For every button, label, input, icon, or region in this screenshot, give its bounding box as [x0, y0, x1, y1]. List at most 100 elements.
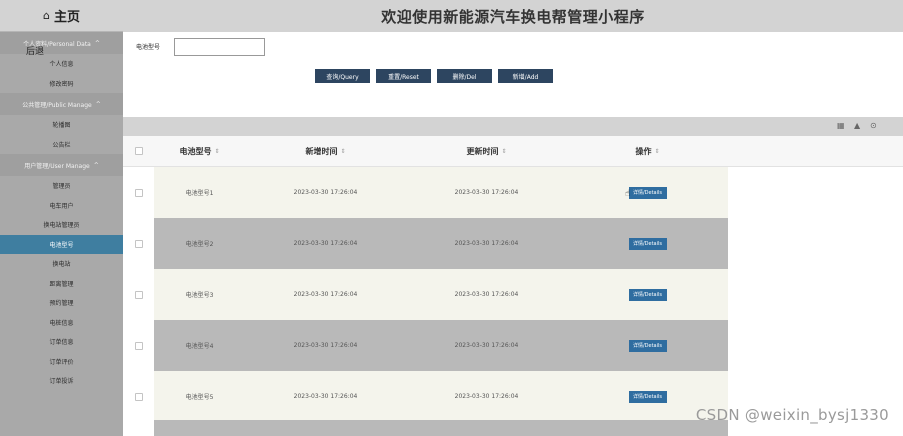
column-title: 电池型号: [179, 146, 212, 156]
cell-actions: 详情/Details: [567, 269, 728, 320]
sidebar-item-battery-type[interactable]: 电池型号: [0, 234, 123, 254]
sidebar-item-label: 距离管理: [49, 280, 74, 288]
row-checkbox-cell: [123, 167, 154, 218]
action-buttons: 查询/Query 重置/Reset 删除/Del 新增/Add: [315, 69, 559, 83]
sidebar-item-ev-user[interactable]: 电车用户: [0, 196, 123, 216]
table-row: 电池型号3 2023-03-30 17:26:04 2023-03-30 17:…: [123, 269, 903, 320]
row-checkbox[interactable]: [134, 188, 143, 197]
cell-added: 2023-03-30 17:26:04: [245, 320, 406, 371]
table-row: 电池型号1 2023-03-30 17:26:04 2023-03-30 17:…: [123, 167, 903, 218]
watermark: CSDN @weixin_bysj1330: [695, 406, 889, 424]
sidebar-item-label: 换电站管理员: [43, 222, 80, 230]
column-header-added[interactable]: 新增时间 ⇕: [245, 136, 406, 166]
reset-button[interactable]: 重置/Reset: [376, 69, 431, 83]
header-checkbox-cell: [123, 136, 154, 166]
sidebar: ⌂ 主页 个人资料/Personal Data ^ 后退 个人信息 修改密码 公…: [0, 0, 123, 436]
print-icon[interactable]: ▲: [854, 121, 860, 130]
query-button[interactable]: 查询/Query: [315, 69, 370, 83]
column-title: 新增时间: [305, 146, 338, 156]
cell-updated: 2023-03-30 17:26:04: [406, 320, 567, 371]
export-icon[interactable]: ⊙: [870, 121, 877, 130]
mouse-cursor-icon: ☝: [625, 189, 631, 199]
cell-added: 2023-03-30 17:26:04: [245, 269, 406, 320]
sidebar-item-label: 订单信息: [49, 339, 74, 347]
cell-actions: 详情/Details: [567, 218, 728, 269]
cell-updated: 2023-03-30 17:26:04: [406, 269, 567, 320]
cell-type: 电池型号3: [154, 269, 245, 320]
row-checkbox[interactable]: [134, 341, 143, 350]
details-button[interactable]: 详情/Details: [628, 339, 667, 352]
details-button[interactable]: 详情/Details: [628, 237, 667, 250]
column-title: 操作: [635, 146, 652, 156]
cell-type: 电池型号2: [154, 218, 245, 269]
sidebar-item-label: 订单评价: [49, 358, 74, 366]
data-table: 电池型号 ⇕ 新增时间 ⇕ 更新时间 ⇕ 操作 ⇕ 电池型号1 2023-03-30 1…: [123, 136, 903, 422]
sidebar-item-reservation[interactable]: 预约管理: [0, 293, 123, 313]
chevron-up-icon: ^: [95, 100, 101, 108]
delete-button[interactable]: 删除/Del: [437, 69, 492, 83]
details-button[interactable]: 详情/Details: [628, 186, 667, 199]
row-checkbox[interactable]: [134, 290, 143, 299]
search-input[interactable]: [174, 38, 265, 56]
table-row: 电池型号2 2023-03-30 17:26:04 2023-03-30 17:…: [123, 218, 903, 269]
sidebar-group-label: 用户管理/User Manage: [24, 162, 90, 170]
sidebar-item-admin[interactable]: 管理员: [0, 176, 123, 196]
cell-type: 电池型号4: [154, 320, 245, 371]
table-toolbar: ▦ ▲ ⊙: [123, 117, 903, 136]
sidebar-item-label: 管理员: [52, 183, 71, 191]
select-all-checkbox[interactable]: [134, 147, 143, 155]
sort-icon: ⇕: [654, 147, 660, 155]
details-button[interactable]: 详情/Details: [628, 390, 667, 403]
row-checkbox-cell: [123, 269, 154, 320]
cell-added: 2023-03-30 17:26:04: [245, 167, 406, 218]
table-row: 电池型号4 2023-03-30 17:26:04 2023-03-30 17:…: [123, 320, 903, 371]
sidebar-item-label: 电池型号: [49, 241, 74, 249]
cell-actions: 详情/Details: [567, 167, 728, 218]
sidebar-item-profile[interactable]: 个人信息: [0, 54, 123, 74]
row-checkbox[interactable]: [134, 392, 143, 401]
sidebar-group-personal[interactable]: 个人资料/Personal Data ^ 后退: [0, 32, 123, 57]
sidebar-item-station-admin[interactable]: 换电站管理员: [0, 215, 123, 235]
sidebar-home-label: 主页: [53, 10, 80, 25]
sidebar-group-user[interactable]: 用户管理/User Manage ^: [0, 154, 123, 176]
header: 欢迎使用新能源汽车换电帮管理小程序: [123, 0, 903, 32]
sidebar-item-label: 预约管理: [49, 300, 74, 308]
row-checkbox-cell: [123, 371, 154, 422]
column-header-updated[interactable]: 更新时间 ⇕: [406, 136, 567, 166]
sidebar-group-public[interactable]: 公共管理/Public Manage ^: [0, 93, 123, 115]
sidebar-item-distance[interactable]: 距离管理: [0, 274, 123, 294]
chevron-up-icon: ^: [93, 161, 99, 169]
back-link[interactable]: 后退: [26, 44, 44, 57]
sidebar-item-order-complaint[interactable]: 订单投诉: [0, 371, 123, 391]
sidebar-item-carousel[interactable]: 轮播图: [0, 115, 123, 135]
table-row-partial: [154, 420, 728, 436]
column-title: 更新时间: [466, 146, 499, 156]
cell-actions: 详情/Details: [567, 320, 728, 371]
sidebar-item-station[interactable]: 换电站: [0, 254, 123, 274]
chevron-up-icon: ^: [94, 39, 100, 47]
column-header-type[interactable]: 电池型号 ⇕: [154, 136, 245, 166]
sidebar-item-label: 电桩信息: [49, 319, 74, 327]
sort-icon: ⇕: [340, 147, 346, 155]
column-header-actions[interactable]: 操作 ⇕: [567, 136, 728, 166]
sidebar-item-label: 修改密码: [49, 80, 74, 88]
add-button[interactable]: 新增/Add: [498, 69, 553, 83]
cell-added: 2023-03-30 17:26:04: [245, 218, 406, 269]
sidebar-item-label: 电车用户: [49, 202, 74, 210]
sidebar-item-label: 换电站: [52, 261, 71, 269]
sidebar-item-order-review[interactable]: 订单评价: [0, 352, 123, 372]
row-checkbox[interactable]: [134, 239, 143, 248]
cell-type: 电池型号1: [154, 167, 245, 218]
sidebar-item-notice[interactable]: 公告栏: [0, 135, 123, 155]
sidebar-home[interactable]: ⌂ 主页: [0, 0, 123, 32]
sidebar-item-change-password[interactable]: 修改密码: [0, 74, 123, 94]
details-button[interactable]: 详情/Details: [628, 288, 667, 301]
columns-icon[interactable]: ▦: [837, 121, 845, 130]
cell-added: 2023-03-30 17:26:04: [245, 371, 406, 422]
sidebar-item-label: 公告栏: [52, 141, 71, 149]
sidebar-item-order-info[interactable]: 订单信息: [0, 332, 123, 352]
row-checkbox-cell: [123, 320, 154, 371]
table-header: 电池型号 ⇕ 新增时间 ⇕ 更新时间 ⇕ 操作 ⇕: [123, 136, 903, 167]
sidebar-group-label: 公共管理/Public Manage: [22, 101, 92, 109]
sidebar-item-pile-info[interactable]: 电桩信息: [0, 313, 123, 333]
